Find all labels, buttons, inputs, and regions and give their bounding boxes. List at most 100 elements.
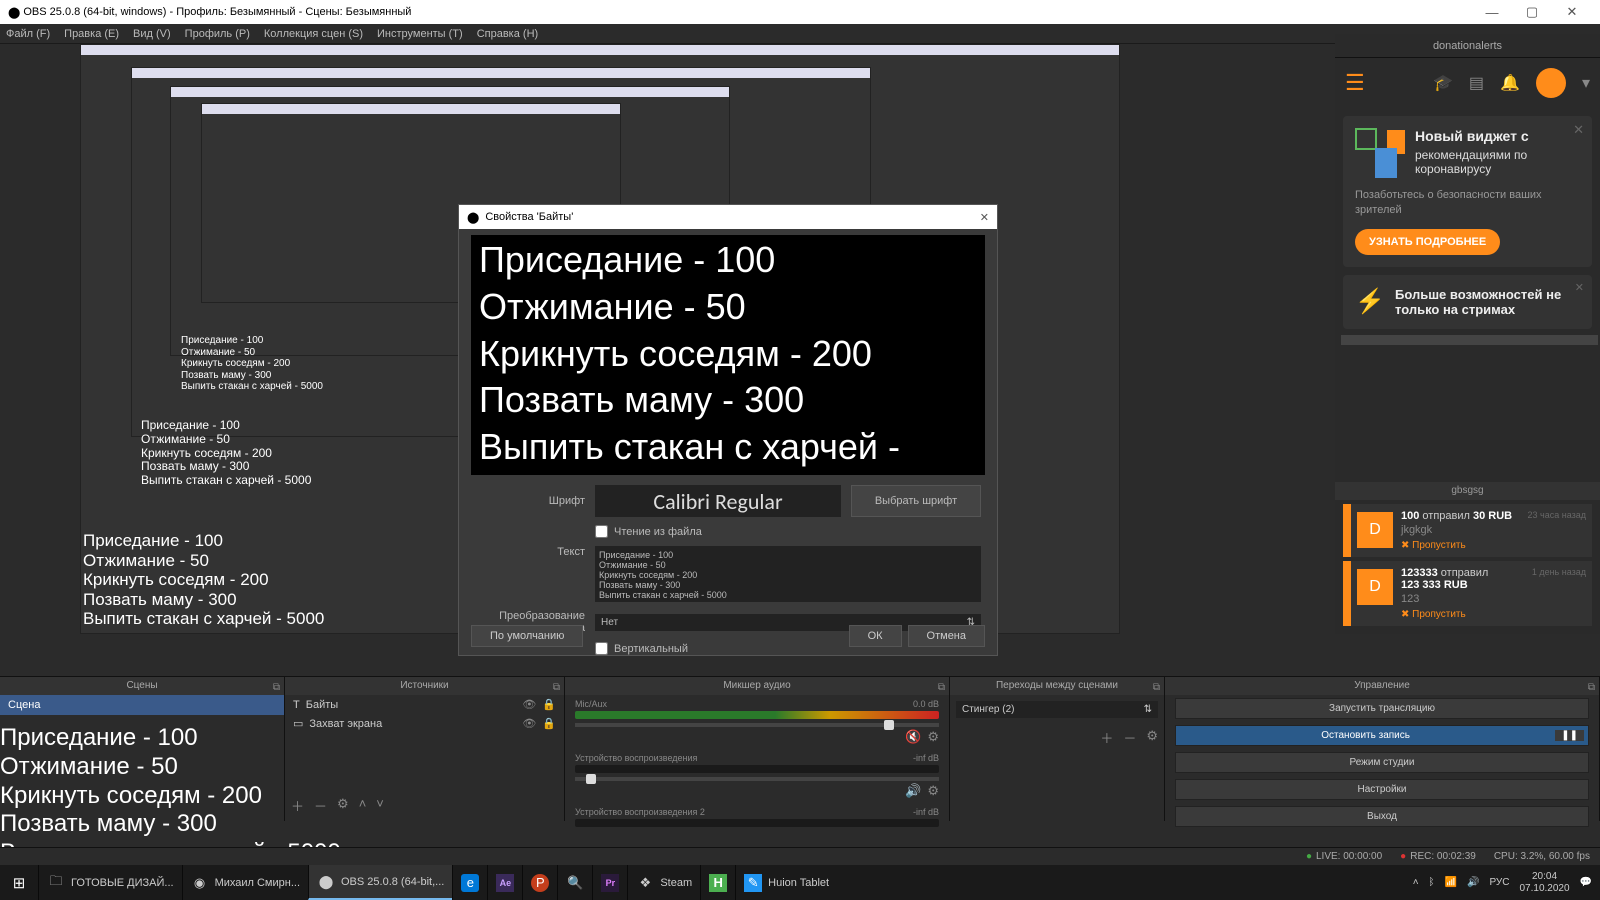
menu-view[interactable]: Вид (V) — [133, 28, 171, 40]
volume-slider[interactable] — [575, 777, 939, 781]
tray-bluetooth-icon[interactable]: ᛒ — [1429, 877, 1435, 888]
close-button[interactable]: ✕ — [1552, 4, 1592, 20]
menu-profile[interactable]: Профиль (P) — [185, 28, 250, 40]
popout-icon[interactable]: ⧉ — [1588, 679, 1595, 697]
taskbar-explorer[interactable]: 🗀ГОТОВЫЕ ДИЗАЙ... — [38, 865, 182, 900]
vertical-checkbox[interactable] — [595, 642, 608, 655]
stop-recording-button[interactable]: Остановить запись❚❚ — [1175, 725, 1589, 746]
taskbar-app[interactable]: H — [700, 865, 735, 900]
menu-tools[interactable]: Инструменты (T) — [377, 28, 463, 40]
move-down-button[interactable]: ˅ — [376, 796, 384, 815]
gear-icon[interactable]: ⚙ — [927, 729, 939, 745]
learn-more-button[interactable]: УЗНАТЬ ПОДРОБНЕЕ — [1355, 229, 1500, 255]
eye-icon[interactable]: 👁 — [522, 717, 536, 730]
pause-icon[interactable]: ❚❚ — [1555, 730, 1584, 741]
choose-font-button[interactable]: Выбрать шрифт — [851, 485, 981, 517]
close-icon[interactable]: ✕ — [1575, 281, 1584, 294]
ok-button[interactable]: ОК — [849, 625, 902, 647]
text-label: Текст — [475, 546, 585, 558]
chevron-down-icon[interactable]: ▾ — [1582, 73, 1590, 93]
eye-icon[interactable]: 👁 — [522, 698, 536, 711]
taskbar-edge[interactable]: e — [452, 865, 487, 900]
taskbar-huion[interactable]: ✎Huion Tablet — [735, 865, 837, 900]
tray-clock[interactable]: 20:0407.10.2020 — [1519, 871, 1569, 895]
skip-button[interactable]: ✖ Пропустить — [1401, 540, 1520, 551]
windows-taskbar: ⊞ 🗀ГОТОВЫЕ ДИЗАЙ... ◉Михаил Смирн... ⬤OB… — [0, 865, 1600, 900]
dialog-close-icon[interactable]: ✕ — [980, 211, 989, 224]
premiere-icon: Pr — [601, 874, 619, 892]
lock-icon[interactable]: 🔒 — [542, 717, 556, 730]
feed-header: gbsgsg — [1335, 482, 1600, 500]
mixer-channel: Устройство воспроизведения-inf dB 🔊⚙ — [565, 749, 949, 803]
cancel-button[interactable]: Отмена — [908, 625, 985, 647]
tray-language[interactable]: РУС — [1489, 877, 1509, 888]
minimize-button[interactable]: — — [1472, 5, 1512, 20]
skip-button[interactable]: ✖ Пропустить — [1401, 609, 1524, 620]
da-more-card: ✕ ⚡ Больше возможностей не только на стр… — [1343, 275, 1592, 329]
tray-wifi-icon[interactable]: 📶 — [1445, 877, 1457, 888]
graduation-icon[interactable]: 🎓 — [1433, 73, 1453, 93]
obs-icon: ⬤ — [317, 873, 335, 891]
source-item[interactable]: T Байты 👁🔒 — [285, 695, 564, 714]
rec-status: REC: 00:02:39 — [1400, 851, 1476, 862]
transition-select[interactable]: Стингер (2)⇅ — [956, 701, 1158, 718]
hamburger-icon[interactable]: ☰ — [1345, 70, 1365, 96]
status-bar: LIVE: 00:00:00 REC: 00:02:39 CPU: 3.2%, … — [0, 847, 1600, 865]
tray-notifications-icon[interactable]: 💬 — [1580, 877, 1592, 888]
exit-button[interactable]: Выход — [1175, 806, 1589, 827]
bell-icon[interactable]: 🔔 — [1500, 73, 1520, 93]
tray-volume-icon[interactable]: 🔊 — [1467, 877, 1479, 888]
taskbar-picpick[interactable]: 🔍 — [557, 865, 592, 900]
start-streaming-button[interactable]: Запустить трансляцию — [1175, 698, 1589, 719]
move-up-button[interactable]: ˄ — [359, 796, 367, 815]
settings-button[interactable]: Настройки — [1175, 779, 1589, 800]
speaker-icon[interactable]: 🔊 — [905, 783, 921, 799]
taskbar-chrome[interactable]: ◉Михаил Смирн... — [182, 865, 308, 900]
avatar[interactable] — [1536, 68, 1566, 98]
add-transition-button[interactable]: ＋ — [1100, 728, 1113, 747]
taskbar-obs[interactable]: ⬤OBS 25.0.8 (64-bit,... — [308, 865, 452, 900]
dialog-titlebar[interactable]: ⬤ Свойства 'Байты' ✕ — [459, 205, 997, 229]
tray-chevron-icon[interactable]: ˄ — [1413, 877, 1419, 888]
picpick-icon: 🔍 — [566, 874, 584, 892]
da-card-title: Новый виджет с — [1415, 128, 1580, 144]
menu-edit[interactable]: Правка (E) — [64, 28, 119, 40]
donation-item[interactable]: D 123333 отправил 123 333 RUB 123 ✖ Проп… — [1343, 561, 1592, 626]
taskbar-steam[interactable]: ❖Steam — [627, 865, 700, 900]
window-titlebar: ⬤ OBS 25.0.8 (64-bit, windows) - Профиль… — [0, 0, 1600, 24]
properties-dialog: ⬤ Свойства 'Байты' ✕ Приседание - 100 От… — [458, 204, 998, 656]
read-from-file-label: Чтение из файла — [614, 526, 702, 538]
taskbar-powerpoint[interactable]: P — [522, 865, 557, 900]
scrollbar-horizontal[interactable] — [1341, 335, 1598, 345]
text-input[interactable]: Приседание - 100 Отжимание - 50 Крикнуть… — [595, 546, 981, 602]
scene-item[interactable]: Сцена — [0, 695, 284, 715]
transition-settings-button[interactable]: ⚙ — [1146, 728, 1158, 747]
lock-icon[interactable]: 🔒 — [542, 698, 556, 711]
studio-mode-button[interactable]: Режим студии — [1175, 752, 1589, 773]
gear-icon[interactable]: ⚙ — [927, 783, 939, 799]
menu-file[interactable]: Файл (F) — [6, 28, 50, 40]
taskbar-premiere[interactable]: Pr — [592, 865, 627, 900]
dialog-text-preview: Приседание - 100 Отжимание - 50 Крикнуть… — [471, 235, 985, 475]
taskbar-aftereffects[interactable]: Ae — [487, 865, 522, 900]
donations-feed: gbsgsg D 100 отправил 30 RUB jkgkgk ✖ Пр… — [1335, 482, 1600, 626]
defaults-button[interactable]: По умолчанию — [471, 625, 583, 647]
donation-item[interactable]: D 100 отправил 30 RUB jkgkgk ✖ Пропустит… — [1343, 504, 1592, 557]
popout-icon[interactable]: ⧉ — [1153, 679, 1160, 697]
popout-icon[interactable]: ⧉ — [553, 679, 560, 697]
mute-icon[interactable]: 🔇 — [905, 729, 921, 745]
popout-icon[interactable]: ⧉ — [273, 679, 280, 697]
dialog-title: Свойства 'Байты' — [485, 211, 573, 223]
menu-help[interactable]: Справка (H) — [477, 28, 538, 40]
remove-transition-button[interactable]: － — [1123, 728, 1136, 747]
newspaper-icon[interactable]: ▤ — [1469, 73, 1484, 93]
read-from-file-checkbox[interactable] — [595, 525, 608, 538]
maximize-button[interactable]: ▢ — [1512, 4, 1552, 20]
menu-scene-collection[interactable]: Коллекция сцен (S) — [264, 28, 363, 40]
popout-icon[interactable]: ⧉ — [938, 679, 945, 697]
da-header: donationalerts — [1335, 34, 1600, 58]
start-button[interactable]: ⊞ — [0, 874, 38, 892]
folder-icon: 🗀 — [47, 874, 65, 892]
close-icon[interactable]: ✕ — [1573, 122, 1584, 138]
volume-slider[interactable] — [575, 723, 939, 727]
